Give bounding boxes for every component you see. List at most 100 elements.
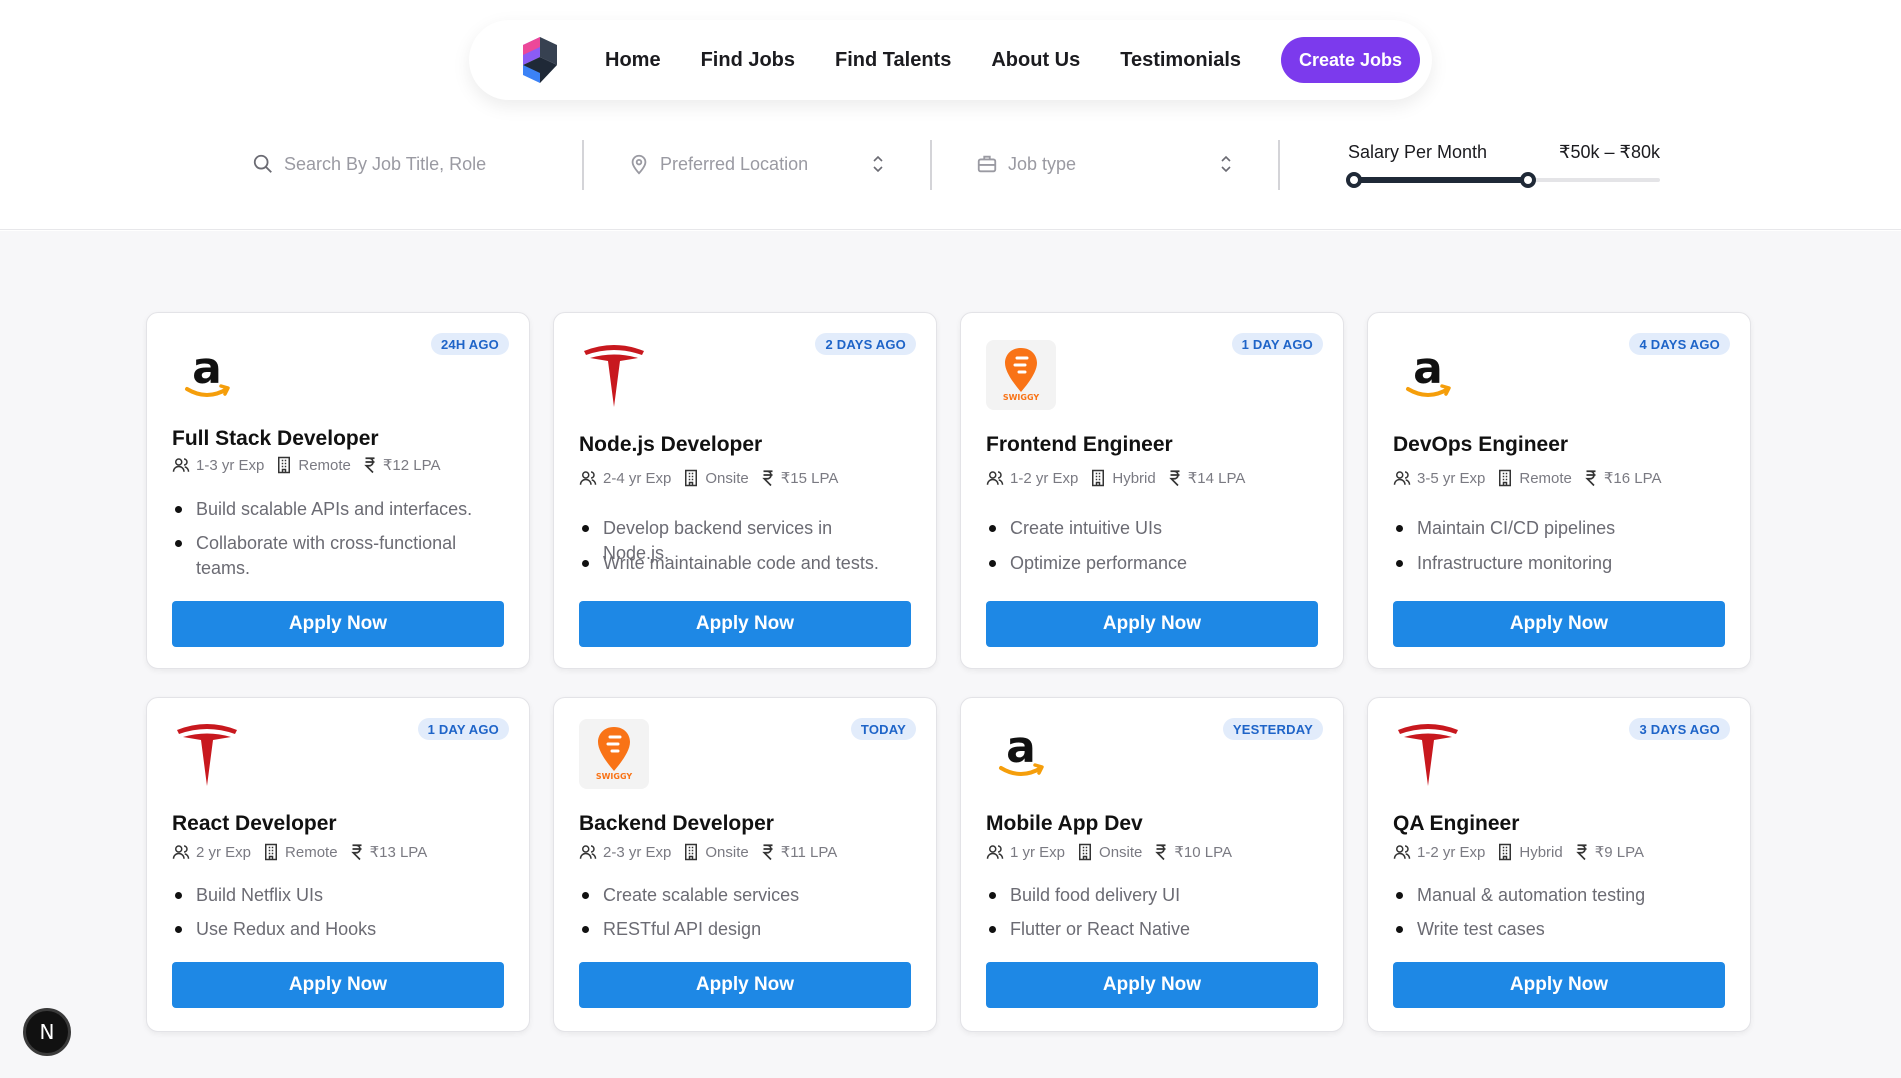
search-input[interactable]: Search By Job Title, Role [284, 154, 486, 175]
create-jobs-button[interactable]: Create Jobs [1281, 37, 1421, 83]
job-title: Full Stack Developer [172, 427, 379, 450]
company-logo: a [1392, 339, 1464, 411]
job-experience: 1-2 yr Exp [1010, 469, 1079, 487]
salary-range-value: ₹50k – ₹80k [1559, 142, 1660, 162]
rupee-icon [350, 844, 362, 861]
nav-find-talents[interactable]: Find Talents [835, 49, 951, 72]
job-point: Maintain CI/CD pipelines [1396, 516, 1717, 541]
apply-now-button[interactable]: Apply Now [986, 601, 1318, 647]
building-icon [685, 469, 698, 487]
job-experience: 1-3 yr Exp [196, 456, 265, 474]
job-salary: ₹11 LPA [780, 844, 838, 861]
amazon-logo-icon: a [1406, 345, 1451, 397]
job-point: Flutter or React Native [989, 917, 1310, 942]
swiggy-logo-icon: SWIGGY [579, 719, 649, 789]
job-point: Build scalable APIs and interfaces. [175, 497, 496, 522]
apply-now-button[interactable]: Apply Now [1393, 601, 1725, 647]
job-card[interactable]: 2 DAYS AGO Node.js Developer 2-4 yr Exp Ons… [553, 312, 937, 669]
apply-now-button[interactable]: Apply Now [172, 601, 504, 647]
tesla-logo-icon [1398, 724, 1458, 786]
users-icon [579, 471, 597, 485]
job-grid: a 24H AGO Full Stack Developer 1-3 yr Exp Re… [0, 231, 1901, 1078]
job-card[interactable]: a 4 DAYS AGO DevOps Engineer 3-5 yr Exp Remo… [1367, 312, 1751, 669]
company-logo: SWIGGY [985, 339, 1057, 411]
job-point: Optimize performance [989, 551, 1310, 576]
job-experience: 2 yr Exp [196, 843, 252, 861]
job-card[interactable]: 1 DAY AGO React Developer 2 yr Exp Remote ₹1… [146, 697, 530, 1032]
job-point: Build food delivery UI [989, 883, 1310, 908]
rupee-icon [1585, 470, 1596, 487]
search-field[interactable]: Search By Job Title, Role [252, 136, 572, 192]
apply-now-button[interactable]: Apply Now [986, 962, 1318, 1008]
building-icon [1079, 843, 1092, 861]
jobtype-select[interactable]: Job type [976, 136, 1236, 192]
tesla-logo-icon [584, 345, 644, 407]
job-title: Backend Developer [579, 812, 774, 835]
divider [930, 140, 932, 190]
chevron-updown-icon [1221, 155, 1231, 173]
job-title: Mobile App Dev [986, 812, 1143, 835]
apply-now-button[interactable]: Apply Now [579, 601, 911, 647]
apply-now-button[interactable]: Apply Now [579, 962, 911, 1008]
location-select[interactable]: Preferred Location [628, 136, 888, 192]
job-point: Create intuitive UIs [989, 516, 1310, 541]
posted-badge: TODAY [850, 718, 916, 740]
job-card[interactable]: 3 DAYS AGO QA Engineer 1-2 yr Exp Hybrid ₹9 … [1367, 697, 1751, 1032]
rupee-icon [761, 844, 773, 861]
job-card[interactable]: a 24H AGO Full Stack Developer 1-3 yr Exp Re… [146, 312, 530, 669]
job-experience: 1 yr Exp [1010, 843, 1066, 861]
svg-text:a: a [1413, 345, 1443, 394]
job-salary: ₹13 LPA [369, 844, 428, 861]
job-point: Infrastructure monitoring [1396, 551, 1717, 576]
job-title: React Developer [172, 812, 337, 835]
job-mode: Remote [285, 843, 338, 861]
job-title: Frontend Engineer [986, 433, 1173, 456]
salary-slider-min-handle[interactable] [1346, 172, 1362, 188]
job-experience: 2-3 yr Exp [603, 843, 672, 861]
company-logo [171, 718, 243, 790]
job-meta: 1-2 yr Exp Hybrid ₹14 LPA [986, 469, 1257, 487]
job-card[interactable]: SWIGGY TODAY Backend Developer 2-3 yr Exp On… [553, 697, 937, 1032]
users-icon [579, 845, 597, 859]
apply-now-button[interactable]: Apply Now [1393, 962, 1725, 1008]
job-point: Create scalable services [582, 883, 903, 908]
job-card[interactable]: a YESTERDAY Mobile App Dev 1 yr Exp Onsite ₹1… [960, 697, 1344, 1032]
nav-home[interactable]: Home [605, 49, 661, 72]
posted-badge: YESTERDAY [1222, 718, 1323, 740]
tesla-logo-icon [177, 724, 237, 786]
job-point: Write maintainable code and tests. [582, 551, 903, 576]
job-salary: ₹15 LPA [780, 470, 839, 487]
job-card[interactable]: SWIGGY 1 DAY AGO Frontend Engineer 1-2 yr E… [960, 312, 1344, 669]
divider [582, 140, 584, 190]
job-salary: ₹12 LPA [382, 457, 441, 474]
company-logo [1392, 718, 1464, 790]
company-logo: a [171, 339, 243, 411]
search-icon [253, 154, 272, 173]
nav-about-us[interactable]: About Us [991, 49, 1080, 72]
company-logo: SWIGGY [578, 718, 650, 790]
building-icon [1092, 469, 1105, 487]
building-icon [265, 843, 278, 861]
nav-testimonials[interactable]: Testimonials [1120, 49, 1241, 72]
users-icon [172, 458, 190, 472]
building-icon [685, 843, 698, 861]
apply-now-button[interactable]: Apply Now [172, 962, 504, 1008]
job-point: RESTful API design [582, 917, 903, 942]
job-mode: Remote [298, 456, 351, 474]
cube-logo-icon[interactable] [515, 35, 565, 85]
posted-badge: 2 DAYS AGO [815, 333, 916, 355]
building-icon [1499, 843, 1512, 861]
job-experience: 1-2 yr Exp [1417, 843, 1486, 861]
posted-badge: 3 DAYS AGO [1629, 718, 1730, 740]
job-title: Node.js Developer [579, 433, 763, 456]
job-mode: Onsite [705, 843, 749, 861]
job-meta: 1-2 yr Exp Hybrid ₹9 LPA [1393, 843, 1656, 861]
next-dev-badge[interactable]: N [23, 1008, 71, 1056]
job-meta: 2 yr Exp Remote ₹13 LPA [172, 843, 439, 861]
job-meta: 3-5 yr Exp Remote ₹16 LPA [1393, 469, 1674, 487]
job-point: Use Redux and Hooks [175, 917, 496, 942]
salary-slider-fill [1354, 177, 1529, 183]
job-mode: Remote [1519, 469, 1572, 487]
nav-find-jobs[interactable]: Find Jobs [701, 49, 795, 72]
job-point: Manual & automation testing [1396, 883, 1717, 908]
